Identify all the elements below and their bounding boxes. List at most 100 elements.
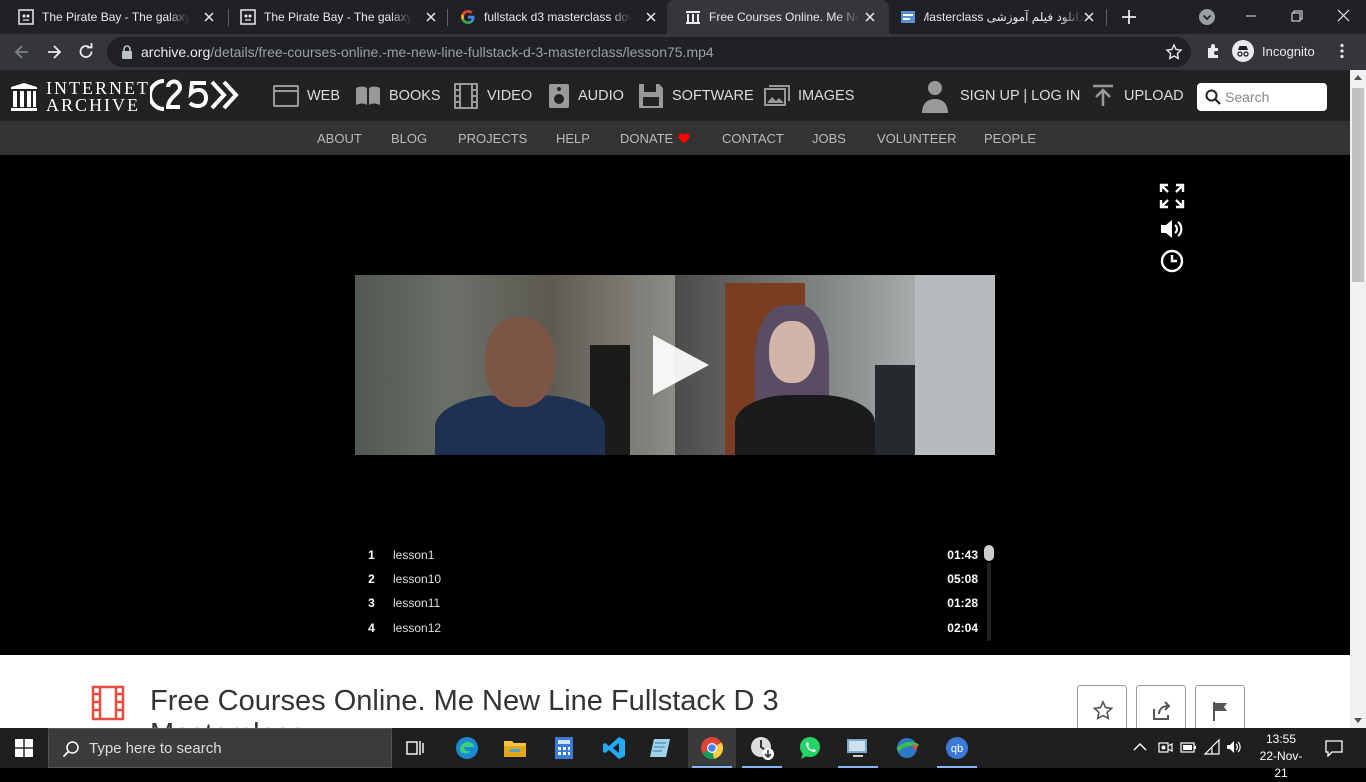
- browser-tab-masterclass-download[interactable]: دانلود فیلم آموزشی Masterclass: [882, 0, 1108, 34]
- reload-icon[interactable]: [76, 42, 96, 62]
- nav-images[interactable]: IMAGES: [764, 70, 854, 121]
- close-tab-icon[interactable]: [424, 10, 438, 24]
- url-text[interactable]: archive.org/details/free-courses-online.…: [141, 44, 714, 60]
- share-button[interactable]: [1136, 685, 1186, 728]
- subnav-help[interactable]: HELP: [556, 121, 590, 155]
- ia-logo[interactable]: INTERNET ARCHIVE: [10, 79, 150, 114]
- video-white-door: [915, 275, 995, 455]
- close-window-icon[interactable]: [1332, 5, 1354, 27]
- incognito-profile-button[interactable]: Incognito: [1232, 40, 1315, 62]
- subnav-people[interactable]: PEOPLE: [984, 121, 1036, 155]
- video-film-icon: [454, 82, 478, 109]
- playlist-item-duration: 05:08: [947, 572, 978, 586]
- browser-tab-pirate-bay-1[interactable]: The Pirate Bay - The galaxy's most resil…: [0, 0, 228, 34]
- subnav-jobs[interactable]: JOBS: [812, 121, 846, 155]
- notifications-icon[interactable]: [1325, 739, 1343, 757]
- windows-logo-icon: [15, 739, 33, 757]
- upload-link[interactable]: UPLOAD: [1092, 78, 1184, 114]
- browser-toolbar: archive.org/details/free-courses-online.…: [0, 34, 1366, 70]
- subnav-projects[interactable]: PROJECTS: [458, 121, 527, 155]
- taskbar-app-qbittorrent[interactable]: qb: [933, 728, 981, 768]
- taskbar-search-box[interactable]: Type here to search: [48, 728, 392, 768]
- address-bar[interactable]: archive.org/details/free-courses-online.…: [107, 37, 1191, 67]
- ia-25th-anniversary-logo-icon[interactable]: [150, 79, 246, 111]
- tray-battery-icon[interactable]: [1179, 738, 1197, 756]
- browser-tab-google-search[interactable]: fullstack d3 masterclass download: [442, 0, 670, 34]
- tray-show-hidden-icon[interactable]: [1131, 738, 1149, 756]
- browser-tab-pirate-bay-2[interactable]: The Pirate Bay - The galaxy's most resil…: [222, 0, 450, 34]
- volume-icon[interactable]: [1159, 216, 1185, 242]
- playlist-scrollbar-thumb[interactable]: [984, 545, 994, 561]
- browser-menu-icon[interactable]: [1333, 42, 1351, 60]
- close-tab-icon[interactable]: [644, 10, 658, 24]
- taskbar-app-chrome[interactable]: [688, 728, 736, 768]
- close-tab-icon[interactable]: [863, 10, 877, 24]
- scroll-up-arrow-icon[interactable]: [1354, 74, 1362, 80]
- movie-film-icon: [91, 685, 125, 721]
- video-thumbnail[interactable]: [355, 275, 995, 455]
- taskbar-app-vscode[interactable]: [590, 728, 638, 768]
- nav-software-label: SOFTWARE: [672, 87, 754, 104]
- task-view-button[interactable]: [392, 728, 440, 768]
- taskbar-app-file-explorer[interactable]: [491, 728, 539, 768]
- minimize-window-icon[interactable]: [1240, 5, 1262, 27]
- taskbar-app-notes[interactable]: [638, 728, 686, 768]
- nav-video[interactable]: VIDEO: [453, 70, 532, 121]
- playlist-item[interactable]: 1 lesson1 01:43: [364, 543, 984, 567]
- playlist-scrollbar[interactable]: [984, 543, 994, 643]
- bookmark-star-icon[interactable]: [1165, 43, 1183, 61]
- playlist-item-number: 3: [368, 596, 375, 610]
- taskbar-clock[interactable]: 13:55 22-Nov-21: [1254, 731, 1308, 782]
- subnav-blog[interactable]: BLOG: [391, 121, 427, 155]
- scroll-down-arrow-icon[interactable]: [1354, 718, 1362, 724]
- nav-audio[interactable]: AUDIO: [548, 70, 624, 121]
- nav-books[interactable]: BOOKS: [355, 70, 441, 121]
- subnav-contact[interactable]: CONTACT: [722, 121, 784, 155]
- playback-speed-clock-icon[interactable]: [1159, 248, 1185, 274]
- page-scrollbar[interactable]: [1350, 70, 1366, 728]
- play-icon[interactable]: [651, 333, 711, 397]
- browser-tab-internet-archive[interactable]: Free Courses Online. Me New Line Fullsta…: [667, 0, 889, 34]
- share-icon: [1153, 701, 1171, 720]
- tab-search-chevron-icon[interactable]: [1198, 8, 1216, 26]
- task-view-icon: [406, 741, 424, 755]
- close-tab-icon[interactable]: [202, 10, 216, 24]
- subnav-volunteer[interactable]: VOLUNTEER: [877, 121, 956, 155]
- sign-up-log-in-link[interactable]: SIGN UP | LOG IN: [920, 78, 1080, 114]
- nav-books-label: BOOKS: [389, 87, 441, 104]
- start-button[interactable]: [0, 728, 48, 768]
- tray-volume-icon[interactable]: [1225, 738, 1243, 756]
- subnav-donate[interactable]: DONATE: [620, 121, 690, 155]
- taskbar-app-edge[interactable]: [443, 728, 491, 768]
- restore-window-icon[interactable]: [1286, 5, 1308, 27]
- tray-meet-now-icon[interactable]: [1156, 738, 1174, 756]
- page-scrollbar-thumb[interactable]: [1352, 88, 1364, 282]
- flag-button[interactable]: [1195, 685, 1245, 728]
- playlist-item[interactable]: 2 lesson10 05:08: [364, 567, 984, 591]
- playlist-item[interactable]: 4 lesson12 02:04: [364, 616, 984, 640]
- taskbar-app-remote-desktop[interactable]: [834, 728, 882, 768]
- nav-software[interactable]: SOFTWARE: [638, 70, 754, 121]
- taskbar-app-whatsapp[interactable]: [786, 728, 834, 768]
- playlist-item[interactable]: 3 lesson11 01:28: [364, 591, 984, 615]
- extensions-puzzle-icon[interactable]: [1205, 42, 1223, 60]
- taskbar-app-calculator[interactable]: [540, 728, 588, 768]
- remote-desktop-icon: [847, 739, 867, 757]
- url-path: /details/free-courses-online.-me-new-lin…: [210, 44, 714, 60]
- back-arrow-icon[interactable]: [12, 42, 32, 62]
- nav-web[interactable]: WEB: [273, 70, 340, 121]
- ia-search-input[interactable]: Search: [1197, 83, 1327, 111]
- forward-arrow-icon[interactable]: [44, 42, 64, 62]
- subnav-about[interactable]: ABOUT: [317, 121, 362, 155]
- taskbar-app-idm[interactable]: [884, 728, 932, 768]
- video-person-2-body: [735, 395, 875, 455]
- taskbar-app-download-manager[interactable]: [738, 728, 786, 768]
- tray-network-icon[interactable]: [1203, 738, 1221, 756]
- web-icon: [273, 84, 299, 107]
- fullscreen-icon[interactable]: [1159, 183, 1185, 209]
- favorite-button[interactable]: [1077, 685, 1127, 728]
- lock-icon[interactable]: [121, 45, 133, 59]
- close-tab-icon[interactable]: [1082, 10, 1096, 24]
- video-person-2-face: [769, 321, 815, 383]
- new-tab-plus-icon[interactable]: [1119, 7, 1139, 27]
